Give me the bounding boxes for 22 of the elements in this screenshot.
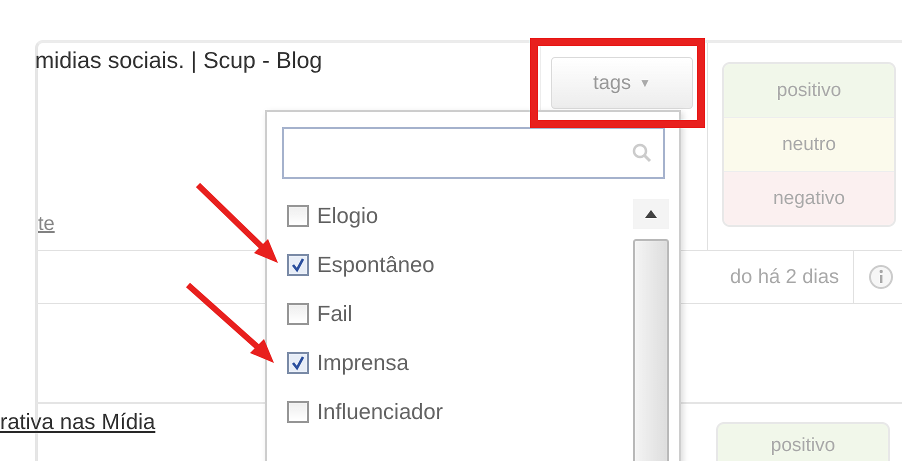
- search-field[interactable]: [282, 127, 665, 179]
- tag-option[interactable]: Imprensa: [317, 350, 409, 376]
- check-icon: [290, 256, 306, 272]
- post-link[interactable]: te: [38, 213, 55, 236]
- tag-option[interactable]: Elogio: [317, 202, 378, 228]
- tag-option[interactable]: Influenciador: [317, 398, 443, 424]
- checkbox[interactable]: [287, 302, 309, 324]
- scroll-up-button[interactable]: [633, 199, 669, 229]
- checkbox[interactable]: [287, 400, 309, 422]
- checkbox[interactable]: [287, 352, 309, 374]
- up-arrow-icon: [645, 210, 657, 218]
- tag-option[interactable]: Fail: [317, 300, 352, 326]
- post-title[interactable]: rativa nas Mídia: [0, 409, 156, 435]
- info-icon[interactable]: [868, 264, 894, 290]
- checkbox[interactable]: [287, 254, 309, 276]
- checkbox[interactable]: [287, 204, 309, 226]
- scrollbar-thumb[interactable]: [633, 239, 669, 461]
- search-icon: [631, 142, 653, 164]
- post-title: midias sociais. | Scup - Blog: [35, 47, 324, 74]
- post-time: do há 2 dias: [730, 251, 854, 303]
- tag-option[interactable]: Espontâneo: [317, 252, 434, 278]
- check-icon: [290, 354, 306, 370]
